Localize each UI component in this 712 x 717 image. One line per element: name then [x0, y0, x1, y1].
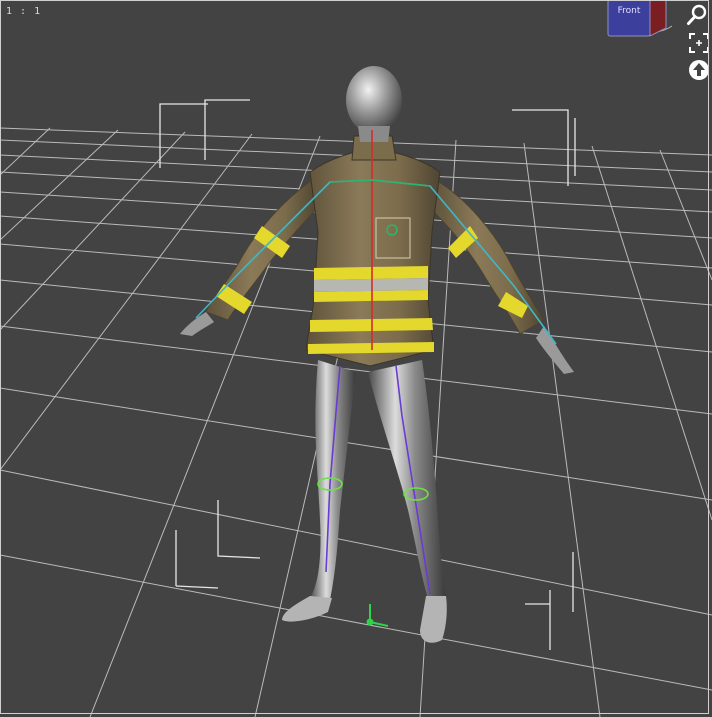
zoom-level-label: 1 : 1 — [6, 6, 42, 17]
scene-canvas — [0, 66, 712, 717]
view-cube-label: Front — [618, 6, 641, 16]
figure-head — [346, 66, 402, 142]
reset-view-icon[interactable] — [688, 59, 712, 83]
zoom-icon[interactable] — [686, 4, 710, 28]
frame-selection-icon[interactable] — [688, 32, 712, 56]
figure-legs — [282, 360, 447, 643]
firefighter-jacket — [305, 135, 441, 367]
view-cube[interactable]: Front — [600, 0, 678, 40]
3d-viewport[interactable]: Front 1 : 1 — [0, 0, 712, 717]
origin-gizmo[interactable] — [366, 604, 389, 627]
